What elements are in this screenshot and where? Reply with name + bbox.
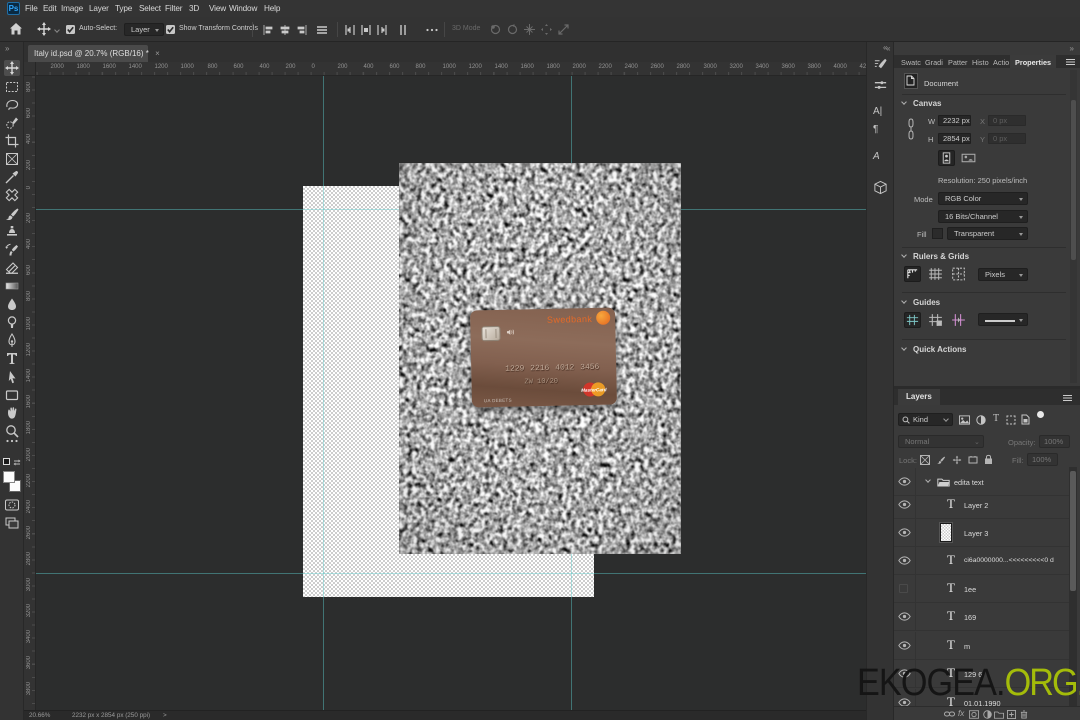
svg-text:MasterCard: MasterCard [581,387,607,393]
